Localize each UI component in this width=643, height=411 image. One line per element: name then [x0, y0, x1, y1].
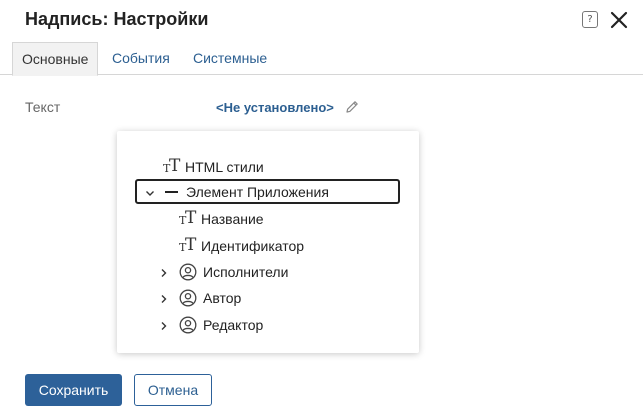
text-field-label: Текст [25, 99, 61, 115]
tab-bar: Основные События Системные [0, 42, 643, 76]
help-icon[interactable]: ? [582, 11, 598, 28]
text-type-icon: TT [163, 156, 181, 176]
tree-item-name[interactable]: TT Название [179, 207, 264, 231]
tree-item-label: Редактор [203, 317, 264, 333]
save-button[interactable]: Сохранить [25, 374, 122, 406]
chevron-right-icon[interactable] [158, 266, 170, 278]
tree-item-identifier[interactable]: TT Идентификатор [179, 234, 304, 258]
tree-item-label: Название [201, 211, 264, 227]
chevron-right-icon[interactable] [158, 292, 170, 304]
tab-main[interactable]: Основные [12, 42, 99, 76]
tree-item-label: HTML стили [185, 159, 264, 175]
dialog-title: Надпись: Настройки [25, 9, 209, 29]
close-icon[interactable] [607, 8, 631, 32]
text-field-value[interactable]: <Не установлено> [216, 100, 334, 115]
text-type-icon: TT [179, 235, 197, 255]
chevron-down-icon[interactable] [144, 186, 156, 198]
text-type-icon: TT [179, 208, 197, 228]
tree-item-label: Идентификатор [201, 238, 305, 254]
chevron-right-icon[interactable] [158, 319, 170, 331]
tab-events[interactable]: События [103, 42, 179, 75]
tree-item-app-element[interactable]: Элемент Приложения [135, 179, 400, 204]
dash-icon [165, 190, 178, 193]
tree-item-editor[interactable]: Редактор [158, 313, 263, 337]
tree-item-label: Исполнители [203, 264, 289, 280]
user-icon [179, 316, 197, 334]
tab-system[interactable]: Системные [184, 42, 276, 75]
tree-item-html-styles[interactable]: TT HTML стили [163, 155, 264, 179]
user-icon [179, 263, 197, 281]
tree-item-label: Автор [203, 290, 242, 306]
user-icon [179, 289, 197, 307]
tree-item-author[interactable]: Автор [158, 286, 241, 310]
cancel-button[interactable]: Отмена [134, 374, 212, 406]
tree-dropdown: TT HTML стили Элемент Приложения TT Назв… [117, 131, 419, 353]
tree-item-executors[interactable]: Исполнители [158, 260, 288, 284]
pencil-icon[interactable] [344, 99, 360, 115]
tree-item-label: Элемент Приложения [186, 183, 329, 200]
